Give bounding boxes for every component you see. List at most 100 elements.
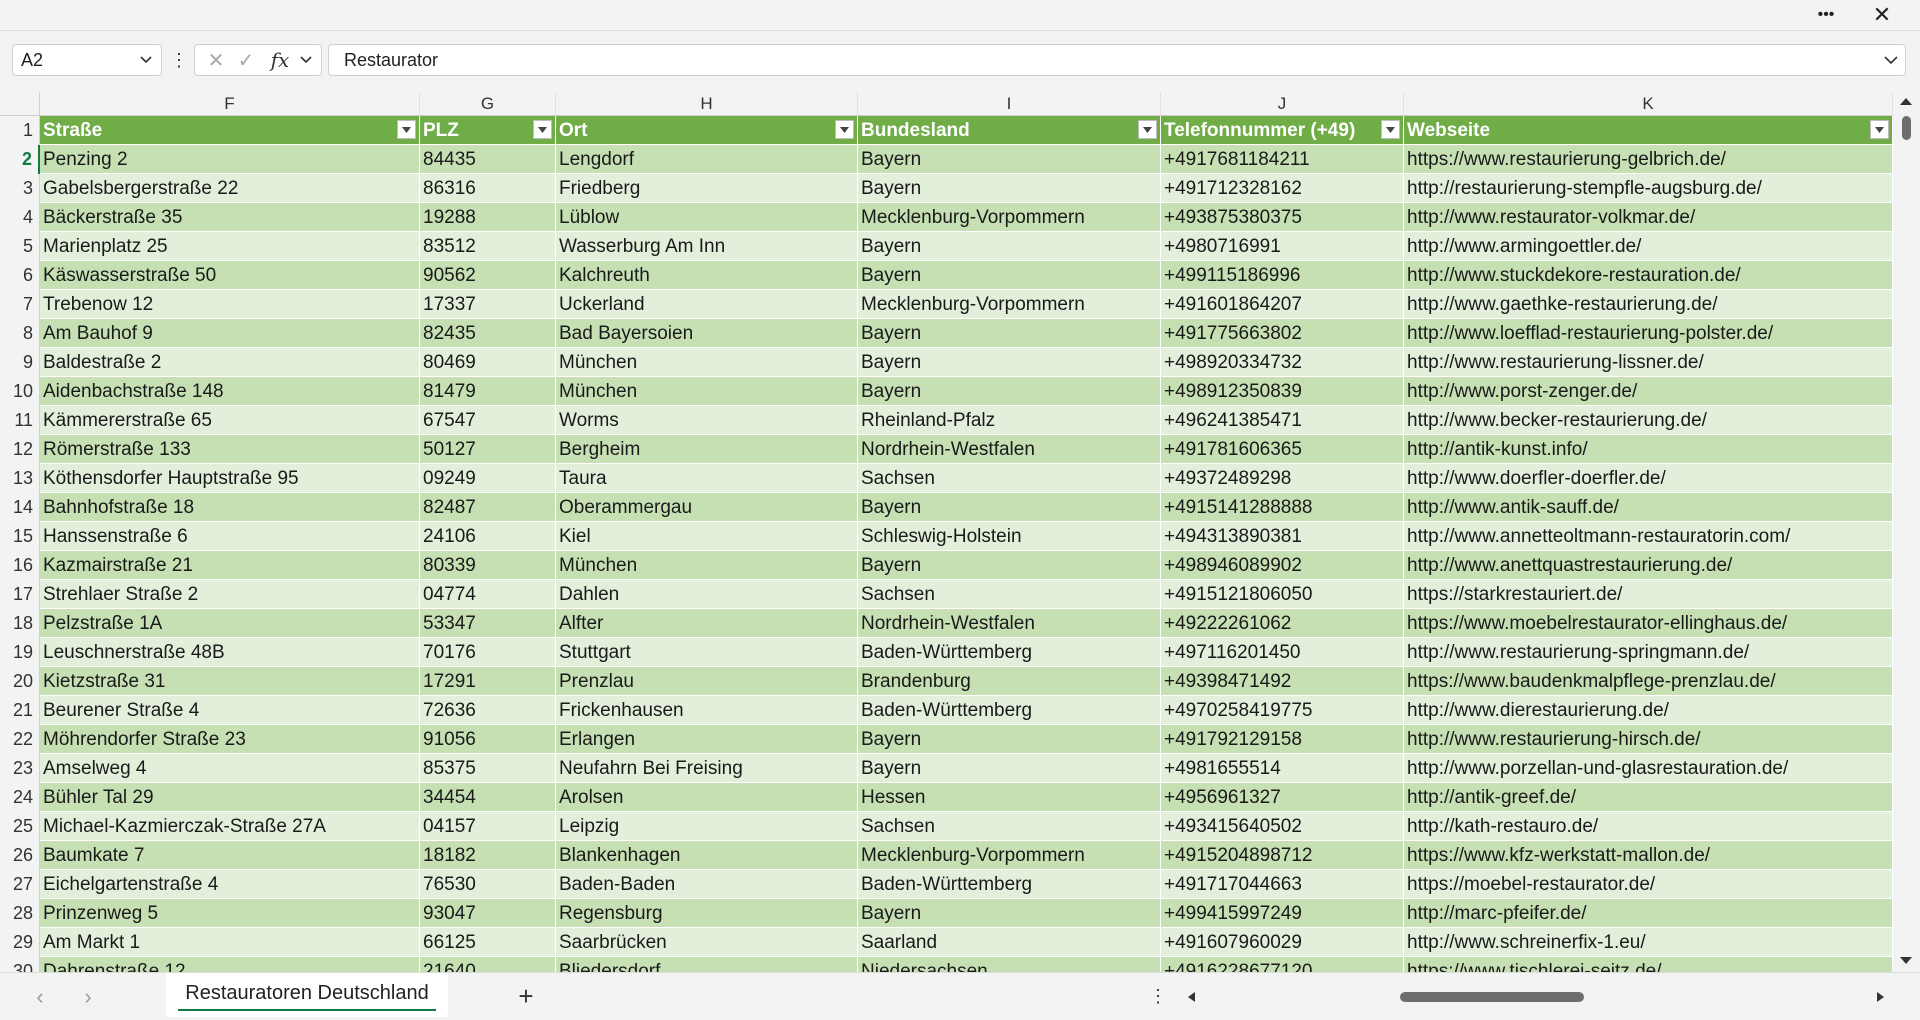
table-cell[interactable]: Penzing 2 [40,145,420,174]
table-cell[interactable]: Hanssenstraße 6 [40,522,420,551]
table-cell[interactable]: Sachsen [858,580,1161,609]
row-header[interactable]: 5 [0,232,40,261]
table-cell[interactable]: +493415640502 [1161,812,1404,841]
row-header[interactable]: 22 [0,725,40,754]
column-header-g[interactable]: G [420,92,556,116]
table-header-cell[interactable]: Ort [556,116,858,145]
scroll-up-icon[interactable] [1898,94,1914,113]
row-header[interactable]: 13 [0,464,40,493]
table-cell[interactable]: http://www.schreinerfix-1.eu/ [1404,928,1893,957]
table-cell[interactable]: 67547 [420,406,556,435]
table-cell[interactable]: München [556,348,858,377]
table-cell[interactable]: +491712328162 [1161,174,1404,203]
enter-icon[interactable]: ✓ [231,45,261,75]
table-cell[interactable]: Bäckerstraße 35 [40,203,420,232]
vertical-scroll-thumb[interactable] [1902,116,1911,140]
row-header[interactable]: 6 [0,261,40,290]
table-cell[interactable]: +498912350839 [1161,377,1404,406]
table-cell[interactable]: Beurener Straße 4 [40,696,420,725]
table-cell[interactable]: Bayern [858,551,1161,580]
table-cell[interactable]: https://starkrestauriert.de/ [1404,580,1893,609]
table-cell[interactable]: Dahrenstraße 12 [40,957,420,972]
table-cell[interactable]: http://www.restaurierung-springmann.de/ [1404,638,1893,667]
name-box[interactable]: A2 [12,44,162,76]
table-cell[interactable]: Leuschnerstraße 48B [40,638,420,667]
table-cell[interactable]: Nordrhein-Westfalen [858,609,1161,638]
table-cell[interactable]: http://www.gaethke-restaurierung.de/ [1404,290,1893,319]
table-cell[interactable]: +49372489298 [1161,464,1404,493]
table-cell[interactable]: +498920334732 [1161,348,1404,377]
filter-dropdown-icon[interactable] [1381,120,1400,139]
table-cell[interactable]: Bahnhofstraße 18 [40,493,420,522]
table-cell[interactable]: 66125 [420,928,556,957]
table-cell[interactable]: Baumkate 7 [40,841,420,870]
row-header[interactable]: 1 [0,116,40,145]
table-cell[interactable]: Blankenhagen [556,841,858,870]
table-cell[interactable]: 17337 [420,290,556,319]
table-header-cell[interactable]: Bundesland [858,116,1161,145]
table-cell[interactable]: Amselweg 4 [40,754,420,783]
table-cell[interactable]: http://www.restaurator-volkmar.de/ [1404,203,1893,232]
horizontal-scroll-thumb[interactable] [1400,992,1584,1002]
table-cell[interactable]: 09249 [420,464,556,493]
row-header[interactable]: 10 [0,377,40,406]
table-cell[interactable]: Bayern [858,348,1161,377]
row-header[interactable]: 14 [0,493,40,522]
row-header[interactable]: 8 [0,319,40,348]
filter-dropdown-icon[interactable] [835,120,854,139]
table-cell[interactable]: München [556,377,858,406]
table-cell[interactable]: Kietzstraße 31 [40,667,420,696]
table-cell[interactable]: Bühler Tal 29 [40,783,420,812]
horizontal-scrollbar[interactable] [1180,987,1884,1007]
table-cell[interactable]: Bayern [858,754,1161,783]
table-cell[interactable]: 70176 [420,638,556,667]
table-cell[interactable]: Kiel [556,522,858,551]
table-cell[interactable]: +4916228677120 [1161,957,1404,972]
chevron-down-icon[interactable] [139,45,153,84]
table-cell[interactable]: 85375 [420,754,556,783]
table-cell[interactable]: +4915141288888 [1161,493,1404,522]
table-cell[interactable]: Bayern [858,319,1161,348]
table-cell[interactable]: http://www.doerfler-doerfler.de/ [1404,464,1893,493]
row-header[interactable]: 4 [0,203,40,232]
table-cell[interactable]: Rheinland-Pfalz [858,406,1161,435]
row-header[interactable]: 28 [0,899,40,928]
table-cell[interactable]: Erlangen [556,725,858,754]
row-header[interactable]: 26 [0,841,40,870]
table-cell[interactable]: Dahlen [556,580,858,609]
table-cell[interactable]: +4956961327 [1161,783,1404,812]
table-header-cell[interactable]: Webseite [1404,116,1893,145]
table-cell[interactable]: 80339 [420,551,556,580]
scroll-down-icon[interactable] [1898,954,1914,973]
column-header-k[interactable]: K [1404,92,1893,116]
table-cell[interactable]: Pelzstraße 1A [40,609,420,638]
filter-dropdown-icon[interactable] [1870,120,1889,139]
table-cell[interactable]: 17291 [420,667,556,696]
row-header[interactable]: 25 [0,812,40,841]
table-cell[interactable]: 84435 [420,145,556,174]
table-cell[interactable]: +491601864207 [1161,290,1404,319]
table-cell[interactable]: Käswasserstraße 50 [40,261,420,290]
table-cell[interactable]: Kalchreuth [556,261,858,290]
table-cell[interactable]: Am Bauhof 9 [40,319,420,348]
table-cell[interactable]: Bayern [858,725,1161,754]
table-cell[interactable]: http://www.porst-zenger.de/ [1404,377,1893,406]
table-cell[interactable]: http://kath-restauro.de/ [1404,812,1893,841]
table-cell[interactable]: Bad Bayersoien [556,319,858,348]
row-header[interactable]: 11 [0,406,40,435]
table-cell[interactable]: Uckerland [556,290,858,319]
table-cell[interactable]: Eichelgartenstraße 4 [40,870,420,899]
table-cell[interactable]: http://www.dierestaurierung.de/ [1404,696,1893,725]
table-cell[interactable]: 04157 [420,812,556,841]
row-header[interactable]: 18 [0,609,40,638]
table-cell[interactable]: +4980716991 [1161,232,1404,261]
filter-dropdown-icon[interactable] [397,120,416,139]
table-cell[interactable]: +491775663802 [1161,319,1404,348]
table-cell[interactable]: Baldestraße 2 [40,348,420,377]
table-cell[interactable]: 80469 [420,348,556,377]
table-cell[interactable]: Bayern [858,899,1161,928]
row-header[interactable]: 9 [0,348,40,377]
table-cell[interactable]: Regensburg [556,899,858,928]
table-cell[interactable]: Gabelsbergerstraße 22 [40,174,420,203]
row-header[interactable]: 27 [0,870,40,899]
